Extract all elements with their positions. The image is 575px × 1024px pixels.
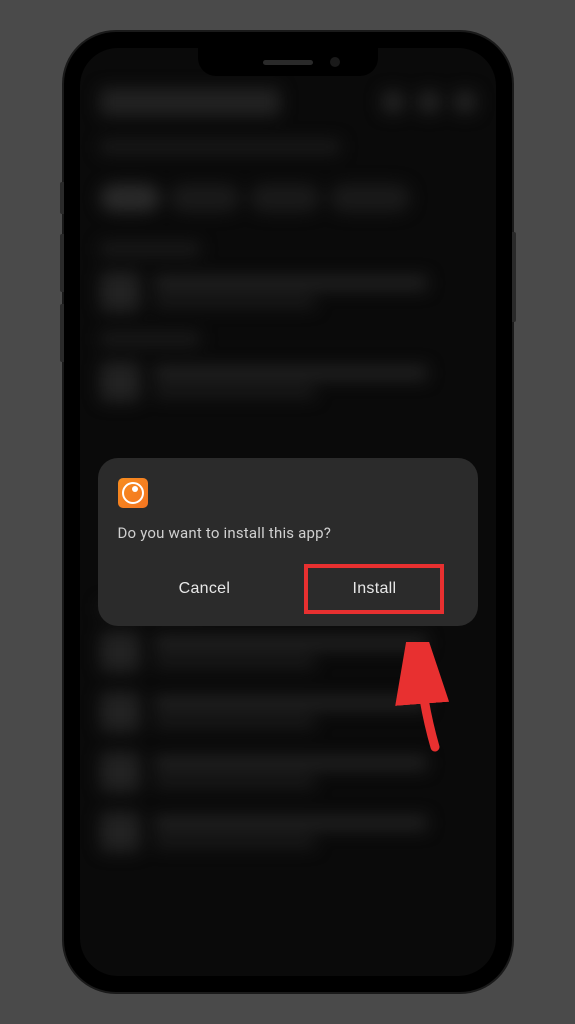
phone-device-frame: Do you want to install this app? Cancel … xyxy=(64,32,512,992)
install-button[interactable]: Install xyxy=(322,570,426,608)
phone-notch xyxy=(198,48,378,76)
cancel-button[interactable]: Cancel xyxy=(149,570,261,608)
phone-left-buttons xyxy=(60,182,64,374)
dialog-button-row: Cancel Install xyxy=(118,570,458,608)
app-icon xyxy=(118,478,148,508)
phone-screen: Do you want to install this app? Cancel … xyxy=(80,48,496,976)
install-confirmation-dialog: Do you want to install this app? Cancel … xyxy=(98,458,478,626)
dialog-message-text: Do you want to install this app? xyxy=(118,524,458,542)
phone-right-buttons xyxy=(512,232,516,322)
